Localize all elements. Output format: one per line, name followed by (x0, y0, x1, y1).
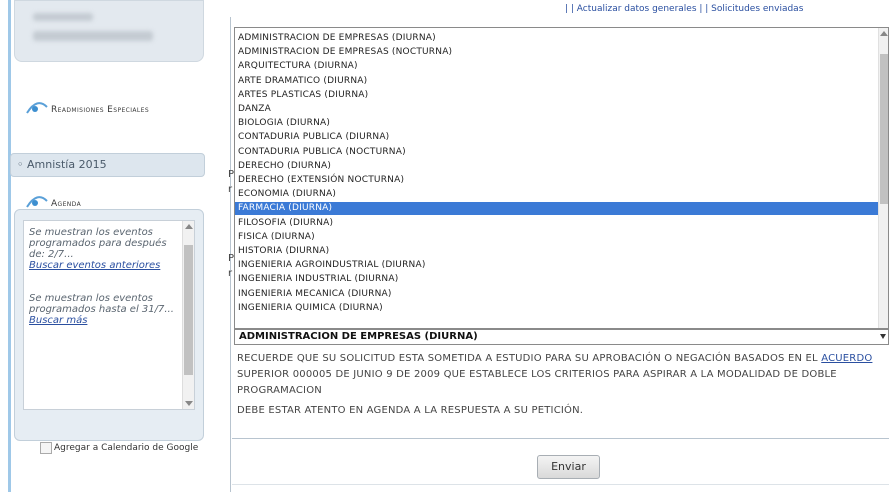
blurred-user-box (14, 0, 204, 62)
send-button[interactable]: Enviar (537, 455, 600, 479)
program-option[interactable]: ARQUITECTURA (DIURNA) (238, 60, 878, 73)
program-option[interactable]: HISTORIA (DIURNA) (238, 245, 878, 258)
section-readmisiones: Readmisiones Especiales (26, 97, 149, 115)
google-calendar-label: Agregar a Calendario de Google (54, 443, 199, 453)
agenda-entry-text: Se muestran los eventos programados para… (29, 227, 167, 260)
program-option[interactable]: FISICA (DIURNA) (238, 231, 878, 244)
program-select[interactable]: ADMINISTRACION DE EMPRESAS (DIURNA) (234, 329, 889, 345)
partial-label: r (228, 184, 233, 195)
program-option[interactable]: DANZA (238, 103, 878, 116)
sidebar-item-label: Amnistía 2015 (27, 158, 107, 171)
program-option[interactable]: INGENIERIA AGROINDUSTRIAL (DIURNA) (238, 259, 878, 272)
sidebar-item-amnistia[interactable]: ◦ Amnistía 2015 (10, 153, 205, 177)
program-option[interactable]: INGENIERIA INDUSTRIAL (DIURNA) (238, 273, 878, 286)
scroll-thumb[interactable] (880, 54, 888, 204)
acuerdo-link[interactable]: ACUERDO (821, 353, 872, 364)
agenda-more-link[interactable]: Buscar más (29, 315, 87, 326)
partial-label: r (228, 268, 233, 279)
program-option[interactable]: ARTES PLASTICAS (DIURNA) (238, 89, 878, 102)
notice-footer: DEBE ESTAR ATENTO EN AGENDA A LA RESPUES… (237, 405, 584, 416)
section-readmisiones-title: Readmisiones Especiales (51, 105, 150, 115)
left-accent-bar (8, 0, 11, 492)
notice-text: RECUERDE QUE SU SOLICITUD ESTA SOMETIDA … (237, 351, 889, 399)
top-links[interactable]: | | Actualizar datos generales | | Solic… (565, 4, 889, 18)
blurred-text (33, 31, 153, 41)
program-option[interactable]: FARMACIA (DIURNA) (235, 202, 880, 216)
chevron-down-icon[interactable] (880, 334, 886, 339)
notice-line: RECUERDE QUE SU SOLICITUD ESTA SOMETIDA … (237, 353, 818, 364)
program-option[interactable]: ADMINISTRACION DE EMPRESAS (DIURNA) (238, 32, 878, 45)
bullet-icon: ◦ (17, 158, 27, 171)
divider (232, 484, 889, 485)
program-option[interactable]: INGENIERIA QUIMICA (DIURNA) (238, 302, 878, 315)
agenda-list[interactable]: Se muestran los eventos programados para… (23, 220, 195, 410)
agenda-entry: Se muestran los eventos programados para… (29, 227, 179, 271)
notice-line: SUPERIOR 000005 DE JUNIO 9 DE 2009 QUE E… (237, 369, 837, 396)
program-option[interactable]: ECONOMIA (DIURNA) (238, 188, 878, 201)
program-option[interactable]: DERECHO (DIURNA) (238, 160, 878, 173)
program-option[interactable]: CONTADURIA PUBLICA (DIURNA) (238, 131, 878, 144)
agenda-scrollbar[interactable] (182, 221, 194, 409)
divider (232, 438, 889, 439)
scroll-thumb[interactable] (184, 245, 193, 375)
blurred-text (33, 13, 93, 21)
program-select-value: ADMINISTRACION DE EMPRESAS (DIURNA) (239, 331, 478, 342)
program-option[interactable]: DERECHO (EXTENSIÓN NOCTURNA) (238, 174, 878, 187)
scroll-up-icon[interactable] (185, 224, 193, 229)
agenda-panel: Se muestran los eventos programados para… (14, 209, 204, 441)
program-option[interactable]: BIOLOGIA (DIURNA) (238, 117, 878, 130)
program-option[interactable]: ARTE DRAMATICO (DIURNA) (238, 75, 878, 88)
listbox-scrollbar[interactable] (878, 28, 888, 328)
google-calendar-link[interactable]: Agregar a Calendario de Google (40, 442, 198, 454)
program-listbox[interactable]: ADMINISTRACION DE EMPRESAS (DIURNA) ADMIN… (234, 27, 889, 329)
agenda-entry: Se muestran los eventos programados hast… (29, 293, 179, 326)
scroll-up-icon[interactable] (880, 31, 888, 36)
program-option[interactable]: FILOSOFIA (DIURNA) (238, 217, 878, 230)
scroll-down-icon[interactable] (185, 401, 193, 406)
section-agenda-title: Agenda (51, 199, 82, 209)
person-icon (26, 191, 48, 209)
program-option[interactable]: ADMINISTRACION DE EMPRESAS (NOCTURNA) (238, 46, 878, 59)
section-agenda: Agenda (26, 191, 81, 209)
program-option[interactable]: INGENIERIA MECANICA (DIURNA) (238, 288, 878, 301)
person-icon (26, 97, 48, 115)
program-option[interactable]: CONTADURIA PUBLICA (NOCTURNA) (238, 146, 878, 159)
agenda-older-link[interactable]: Buscar eventos anteriores (29, 260, 160, 271)
broken-image-icon (40, 442, 52, 454)
agenda-entry-text: Se muestran los eventos programados hast… (29, 293, 174, 315)
